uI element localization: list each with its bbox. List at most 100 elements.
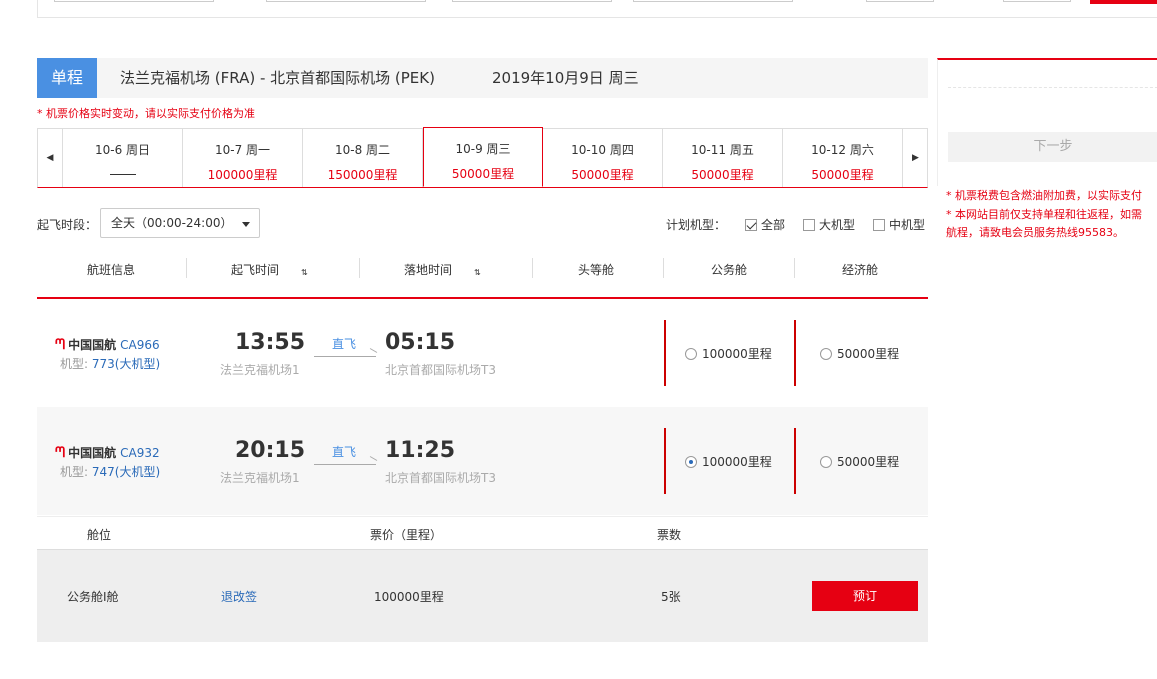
th-arrive-label: 落地时间: [404, 263, 453, 277]
arrow-right-icon: [314, 464, 376, 465]
no-price-dash: [109, 174, 136, 175]
date-tab[interactable]: 10-11 周五 50000里程: [663, 129, 783, 187]
date-tab-active[interactable]: 10-9 周三 50000里程: [423, 127, 543, 187]
next-date-icon[interactable]: ▶: [903, 129, 928, 187]
search-field-from[interactable]: [54, 0, 214, 2]
divider: [794, 428, 796, 494]
date-price: 100000里程: [207, 168, 278, 182]
plane-filter-all[interactable]: 全部: [745, 216, 785, 233]
arrive-time: 11:25: [385, 438, 456, 463]
date-price: 50000里程: [571, 168, 634, 182]
model-label: 机型:: [60, 465, 89, 479]
route-support-note: * 本网站目前仅支持单程和往返程，如需: [946, 208, 1142, 221]
sort-icon[interactable]: ⇅: [301, 269, 308, 277]
airline-name: 中国国航: [68, 446, 117, 460]
th-first-class: 头等舱: [578, 263, 615, 277]
divider: [664, 428, 666, 494]
search-field-to[interactable]: [266, 0, 426, 2]
date-label: 10-8 周二: [334, 143, 391, 157]
radio-icon: [685, 348, 697, 360]
cabin-class: 公务舱I舱: [67, 590, 119, 604]
book-button[interactable]: 预订: [812, 581, 918, 611]
depart-time: 13:55: [235, 330, 306, 355]
date-tab[interactable]: 10-10 周四 50000里程: [543, 129, 663, 187]
fare-price: 50000里程: [837, 347, 900, 361]
model-label: 机型:: [60, 357, 89, 371]
next-step-button[interactable]: 下一步: [948, 132, 1157, 162]
date-label: 10-11 周五: [691, 143, 754, 157]
search-button[interactable]: [1090, 0, 1157, 4]
date-price: 50000里程: [691, 168, 754, 182]
aircraft-model: 机型: 773(大机型): [60, 355, 160, 372]
order-summary-panel: 下一步: [937, 58, 1157, 186]
th-depart-time[interactable]: 起飞时间 ⇅: [231, 261, 308, 278]
flight-row: ᘉ 中国国航 CA966 机型: 773(大机型) 13:55 法兰克福机场1 直飞…: [37, 299, 928, 407]
airline-info: ᘉ 中国国航 CA932: [55, 444, 160, 461]
th-flight-info: 航班信息: [87, 263, 136, 277]
th-fare: 票价（里程）: [370, 528, 443, 542]
business-fare-option[interactable]: 100000里程: [685, 453, 772, 470]
direct-flight-label: 直飞: [332, 445, 357, 459]
plane-filter-medium[interactable]: 中机型: [873, 216, 925, 233]
search-field-date[interactable]: [452, 0, 612, 2]
checkbox-label: 中机型: [889, 218, 926, 232]
depart-period-select[interactable]: 全天（00:00-24:00）: [100, 208, 260, 238]
airline-name: 中国国航: [68, 338, 117, 352]
th-economy-class: 经济舱: [842, 263, 879, 277]
date-tab[interactable]: 10-7 周一 100000里程: [183, 129, 303, 187]
refund-change-link[interactable]: 退改签: [221, 588, 257, 605]
divider: [794, 320, 796, 386]
chevron-down-icon: [242, 222, 250, 227]
fare-price: 100000里程: [702, 347, 772, 361]
divider: [948, 87, 1157, 88]
date-strip: ◀ 10-6 周日 10-7 周一 100000里程 10-8 周二 15000…: [37, 127, 928, 188]
prev-date-icon[interactable]: ◀: [38, 129, 63, 187]
direct-flight-label: 直飞: [332, 337, 357, 351]
fare-price: 100000里程: [374, 590, 444, 604]
date-tab[interactable]: 10-8 周二 150000里程: [303, 129, 423, 187]
trip-type-badge: 单程: [37, 58, 97, 98]
date-label: 10-9 周三: [455, 142, 511, 156]
radio-icon: [820, 348, 832, 360]
divider: [664, 320, 666, 386]
arrive-airport: 北京首都国际机场T3: [385, 363, 496, 377]
search-field-passengers[interactable]: [866, 0, 934, 2]
date-tab[interactable]: 10-6 周日: [63, 129, 183, 187]
flight-number[interactable]: CA932: [120, 446, 160, 460]
depart-airport: 法兰克福机场1: [220, 471, 300, 485]
date-label: 10-6 周日: [94, 143, 151, 157]
th-business-class: 公务舱: [711, 263, 748, 277]
date-tab[interactable]: 10-12 周六 50000里程: [783, 129, 903, 187]
divider: [186, 258, 187, 278]
search-field-return[interactable]: [633, 0, 793, 2]
economy-fare-option[interactable]: 50000里程: [820, 453, 899, 470]
depart-time: 20:15: [235, 438, 306, 463]
fare-price: 100000里程: [702, 455, 772, 469]
price-notice: * 机票价格实时变动，请以实际支付价格为准: [37, 107, 255, 120]
sort-icon[interactable]: ⇅: [474, 269, 481, 277]
th-arrive-time[interactable]: 落地时间 ⇅: [404, 261, 481, 278]
arrive-time: 05:15: [385, 330, 456, 355]
airline-info: ᘉ 中国国航 CA966: [55, 336, 160, 353]
search-field-cabin[interactable]: [1003, 0, 1071, 2]
plane-filter-large[interactable]: 大机型: [803, 216, 855, 233]
flight-row: ᘉ 中国国航 CA932 机型: 747(大机型) 20:15 法兰克福机场1 直飞…: [37, 407, 928, 515]
model-value[interactable]: 747(大机型): [92, 465, 160, 479]
air-china-logo-icon: ᘉ: [55, 445, 66, 461]
arrive-airport: 北京首都国际机场T3: [385, 471, 496, 485]
date-price: 150000里程: [327, 168, 398, 182]
checkbox-icon: [803, 219, 815, 231]
date-label: 10-7 周一: [214, 143, 271, 157]
business-fare-option[interactable]: 100000里程: [685, 345, 772, 362]
date-label: 10-10 周四: [571, 143, 634, 157]
air-china-logo-icon: ᘉ: [55, 337, 66, 353]
economy-fare-option[interactable]: 50000里程: [820, 345, 899, 362]
date-price: 50000里程: [451, 167, 515, 181]
flight-number[interactable]: CA966: [120, 338, 160, 352]
model-value[interactable]: 773(大机型): [92, 357, 160, 371]
checkbox-icon: [745, 219, 757, 231]
th-ticket-count: 票数: [657, 528, 682, 542]
tax-note: * 机票税费包含燃油附加费，以实际支付: [946, 189, 1142, 202]
hotline-note: 航程，请致电会员服务热线95583。: [946, 226, 1124, 239]
depart-period-label: 起飞时段：: [37, 218, 98, 232]
